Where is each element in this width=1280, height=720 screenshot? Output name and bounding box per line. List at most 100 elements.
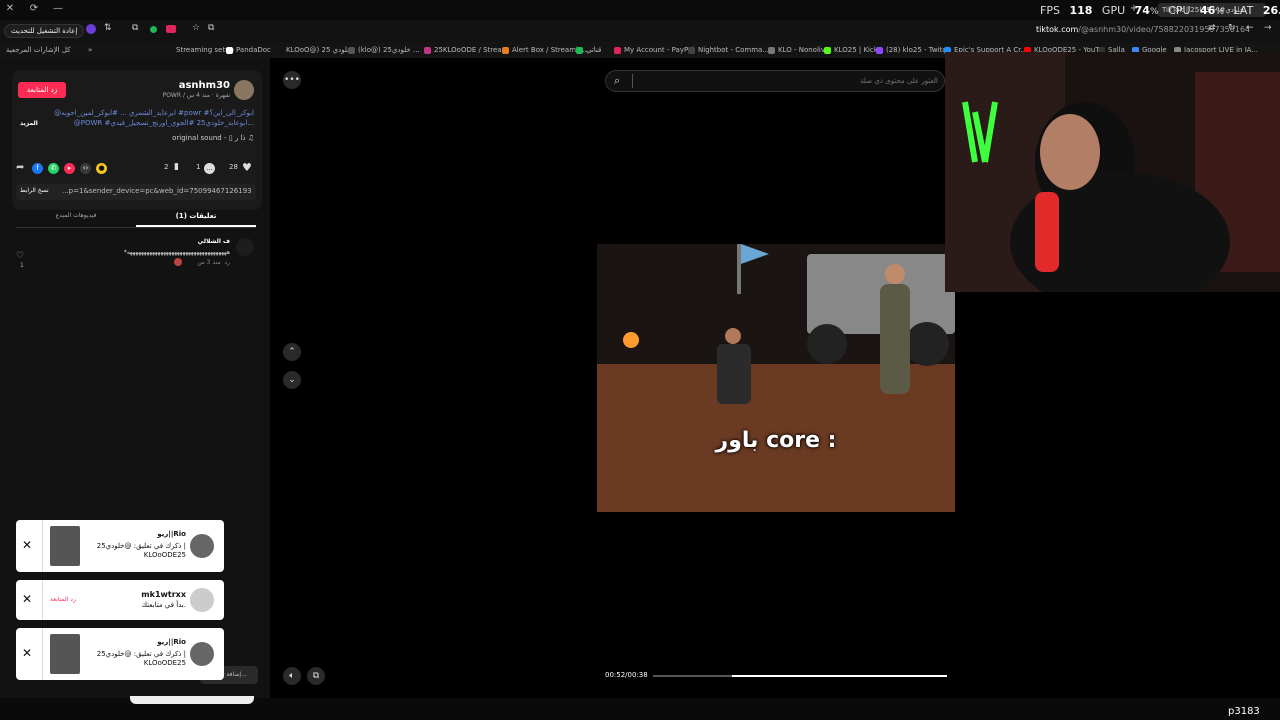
more-link[interactable]: المزيد <box>20 120 38 127</box>
tab-comments[interactable]: تعليقات (1) <box>136 212 256 220</box>
notification-toast[interactable]: ✕ زد المتابعة mk1wtrxx بدأ في متابعتك. <box>16 580 224 620</box>
bookmark-label: قناتي <box>586 46 602 54</box>
notification-avatar <box>190 642 214 666</box>
url-domain: tiktok.com <box>1036 25 1079 34</box>
comment-avatar[interactable] <box>236 238 254 256</box>
extension-icon[interactable]: ⇅ <box>104 23 112 33</box>
minimize-icon[interactable]: — <box>52 3 64 15</box>
search-bar[interactable]: ⌕ <box>605 70 945 92</box>
notification-toast[interactable]: ✕ ريو||Rio ذكرك في تعليق: @خلودي25 | KLO… <box>16 520 224 572</box>
close-icon[interactable]: ✕ <box>22 538 32 552</box>
star-icon[interactable]: ☆ <box>192 23 200 33</box>
notification-text: KLOoODE25 <box>143 659 186 667</box>
post-caption: @ايرعايد_الشمري ... #ابوكر_لمين_اجوبه #p… <box>54 109 254 127</box>
notification-name: mk1wtrxx <box>141 590 186 599</box>
share-link[interactable]: ...p=1&sender_device=pc&web_id=750994671… <box>62 187 252 195</box>
copy-link-button[interactable]: نسخ الرابط <box>20 187 49 194</box>
bookmark-all[interactable]: كل الإشارات المرجعية <box>6 45 71 55</box>
share-arrow-icon[interactable]: ➦ <box>16 162 24 173</box>
divider <box>42 520 43 572</box>
window-titlebar: ✕ ⟳ — + TikTok | 25خلودي#(+99) FPS 118 G… <box>0 0 1280 20</box>
comment-author[interactable]: ف الشلالي <box>136 238 230 245</box>
bookmark-icon[interactable]: ▮ <box>174 162 179 172</box>
comment-meta: رد منذ 3 س <box>176 259 230 266</box>
tiktok-share-icon[interactable]: ▸ <box>64 163 75 174</box>
notification-text: KLOoODE25 <box>143 551 186 559</box>
adblock-icon[interactable] <box>166 25 176 33</box>
extension-icon[interactable] <box>86 24 96 34</box>
comment-heart-icon[interactable]: ♡ <box>16 251 24 261</box>
video-time: 00:52/00:38 <box>605 671 648 679</box>
search-icon[interactable]: ⌕ <box>614 74 620 88</box>
notification-toast[interactable]: ✕ ريو||Rio ذكرك في تعليق: @خلودي25 | KLO… <box>16 628 224 680</box>
comment-item: ف الشلالي *ههههههههههههههههههههههههههههه… <box>16 236 256 272</box>
facebook-icon[interactable]: f <box>32 163 43 174</box>
notification-text: بدأ في متابعتك. <box>141 601 186 609</box>
follow-back-button[interactable]: زد المتابعة <box>50 596 76 603</box>
bookmark-item[interactable]: قناتي <box>576 45 601 55</box>
cpu-readout: CPU 46% <box>1168 4 1225 17</box>
bookmark-item[interactable]: KLO25 | Kick <box>824 45 878 55</box>
bottom-strip: p3183 <box>0 696 1280 720</box>
avatar[interactable] <box>234 80 254 100</box>
pip-icon[interactable]: ⧉ <box>307 667 325 685</box>
embed-icon[interactable]: ‹› <box>80 163 91 174</box>
follow-button[interactable]: زد المتابعة <box>18 82 66 98</box>
chevron-double-icon[interactable]: » <box>88 45 92 55</box>
bookmark-item[interactable]: (28) klo25 - Twitch <box>876 45 951 55</box>
webcam-overlay <box>945 52 1280 292</box>
close-icon[interactable]: ✕ <box>22 646 32 660</box>
taskbar-item <box>130 696 254 704</box>
bookmark-item[interactable]: (klo@) خلودي25 ... <box>348 45 420 55</box>
chevron-up-icon[interactable]: ⌃ <box>283 343 301 361</box>
heart-icon[interactable]: ♥ <box>242 161 252 174</box>
comments-count: 1 <box>196 163 201 171</box>
notification-avatar <box>190 534 214 558</box>
url-field[interactable]: tiktok.com/@asnhm30/video/75882203195973… <box>1036 25 1250 34</box>
username[interactable]: asnhm30 <box>162 80 230 91</box>
reload-icon[interactable]: ↻ <box>1228 23 1236 33</box>
whatsapp-icon[interactable]: ✆ <box>48 163 59 174</box>
bookmark-item[interactable]: KLOoO@) خلودي 25 <box>286 45 352 55</box>
puzzle-icon[interactable]: ⧉ <box>132 23 138 33</box>
video-seekbar[interactable] <box>653 675 947 677</box>
bookmark-item[interactable]: My Account - PayPal <box>614 45 694 55</box>
chevron-down-icon[interactable]: ⌄ <box>283 371 301 389</box>
video-caption: باور core : <box>715 428 837 453</box>
bookmark-item[interactable]: KLO - Nonolive <box>768 45 829 55</box>
tune-icon[interactable]: ⇄ <box>1208 23 1216 33</box>
notification-thumbnail <box>50 526 80 566</box>
extension-icon[interactable] <box>150 26 157 33</box>
close-icon[interactable]: ✕ <box>4 3 16 15</box>
sound-link[interactable]: original sound - ▯ ذا ر ♫ <box>112 134 254 142</box>
saves-count: 2 <box>164 163 169 171</box>
bookmark-label: My Account - PayPal <box>624 46 695 54</box>
share-icon[interactable]: ⧉ <box>208 23 214 33</box>
creator-liked-avatar <box>174 258 182 266</box>
relaunch-label: إعادة التشغيل للتحديث <box>11 27 78 35</box>
more-options-icon[interactable]: ••• <box>283 71 301 89</box>
sound-label: original sound - ▯ ذا ر <box>172 134 246 142</box>
close-icon[interactable]: ✕ <box>22 592 32 606</box>
bookmark-label: كل الإشارات المرجعية <box>6 46 71 54</box>
comment-icon[interactable]: … <box>204 163 215 174</box>
bookmark-item[interactable]: 25KLOoODE / Strea... <box>424 45 508 55</box>
coin-icon[interactable]: ● <box>96 163 107 174</box>
bookmark-label: KLO25 | Kick <box>834 46 878 54</box>
divider <box>42 580 43 620</box>
refresh-icon[interactable]: ⟳ <box>28 3 40 15</box>
forward-icon[interactable]: → <box>1264 23 1272 33</box>
search-input[interactable] <box>636 73 940 89</box>
bookmark-item[interactable]: Nightbot - Comma... <box>688 45 769 55</box>
tab-creator-videos[interactable]: فيديوهات المبدع <box>24 212 128 219</box>
volume-icon[interactable]: 🔈︎ <box>283 667 301 685</box>
reply-link[interactable]: رد <box>224 259 230 266</box>
back-icon[interactable]: ← <box>1246 23 1254 33</box>
video-player[interactable]: باور core : <box>597 244 955 512</box>
bookmark-item[interactable]: PandaDoc <box>226 45 271 55</box>
comment-text: *ههههههههههههههههههههههههههههههههههههه <box>123 249 230 256</box>
performance-overlay: FPS 118 GPU 74% CPU 46% LAT 26.0ms <box>1040 4 1280 18</box>
notification-text: ذكرك في تعليق: @خلودي25 | <box>96 650 186 658</box>
relaunch-update-button[interactable]: إعادة التشغيل للتحديث <box>4 24 85 38</box>
notification-text: ذكرك في تعليق: @خلودي25 | <box>96 542 186 550</box>
